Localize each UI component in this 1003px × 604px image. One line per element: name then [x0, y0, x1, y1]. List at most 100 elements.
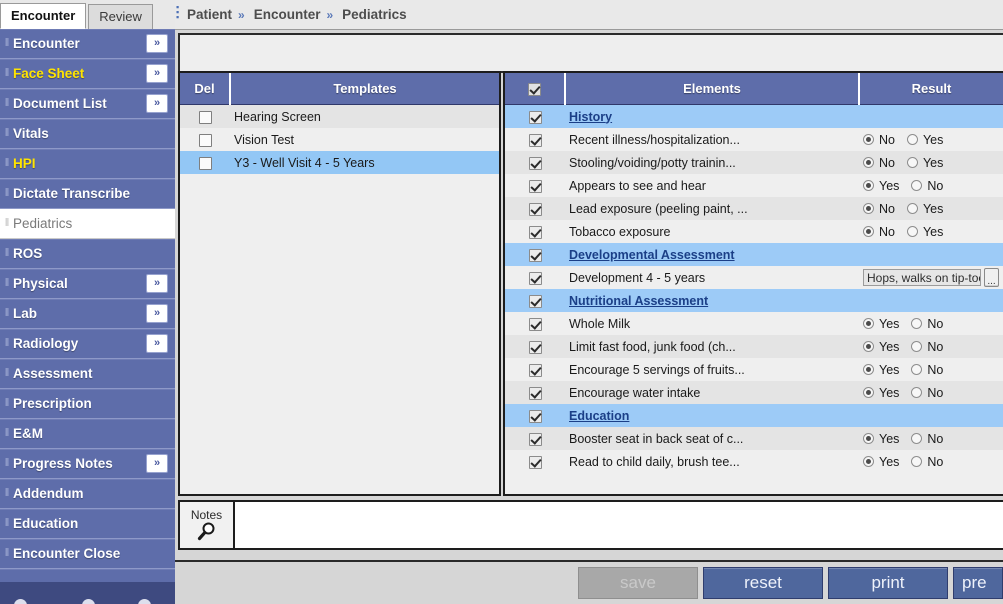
sidebar-item-lab[interactable]: ‖ Lab »: [0, 299, 175, 329]
sidebar-item-radiology[interactable]: ‖ Radiology »: [0, 329, 175, 359]
table-row[interactable]: Limit fast food, junk food (ch... Yes No: [505, 335, 1003, 358]
template-delete-cell[interactable]: [180, 128, 230, 151]
radio-no[interactable]: [911, 341, 923, 352]
sidebar-item-face-sheet[interactable]: ‖ Face Sheet »: [0, 59, 175, 89]
table-row[interactable]: Development 4 - 5 years Hops, walks on ti…: [505, 266, 1003, 289]
table-row[interactable]: Hearing Screen: [180, 104, 499, 129]
table-row[interactable]: Y3 - Well Visit 4 - 5 Years: [180, 151, 499, 174]
radio-no[interactable]: [863, 203, 874, 214]
element-checkbox[interactable]: [528, 409, 542, 423]
element-checkbox[interactable]: [528, 294, 542, 308]
sidebar-item-pediatrics[interactable]: ‖ Pediatrics: [0, 209, 175, 239]
radio-no[interactable]: [911, 364, 923, 375]
group-link-cell[interactable]: History: [565, 105, 859, 129]
element-checkbox-cell[interactable]: [505, 381, 565, 404]
group-row[interactable]: Nutritional Assessment: [505, 289, 1003, 312]
element-checkbox-cell[interactable]: [505, 289, 565, 312]
element-checkbox[interactable]: [528, 225, 542, 239]
element-checkbox[interactable]: [528, 432, 542, 446]
sidebar-item-physical[interactable]: ‖ Physical »: [0, 269, 175, 299]
template-name[interactable]: Y3 - Well Visit 4 - 5 Years: [230, 151, 499, 174]
drag-handle-icon[interactable]: ▪ ▪ ▪: [176, 3, 179, 22]
template-delete-checkbox[interactable]: [198, 110, 212, 124]
radio-no[interactable]: [863, 226, 874, 237]
element-checkbox-cell[interactable]: [505, 427, 565, 450]
element-checkbox[interactable]: [528, 179, 542, 193]
radio-no[interactable]: [911, 433, 923, 444]
sidebar-item-encounter-close[interactable]: ‖ Encounter Close: [0, 539, 175, 569]
sidebar-item-encounter[interactable]: ‖ Encounter »: [0, 29, 175, 59]
chevron-double-right-icon[interactable]: »: [146, 304, 168, 323]
element-checkbox-cell[interactable]: [505, 174, 565, 197]
sidebar-item-hpi[interactable]: ‖ HPI: [0, 149, 175, 179]
element-checkbox[interactable]: [528, 363, 542, 377]
table-row[interactable]: Encourage water intake Yes No: [505, 381, 1003, 404]
radio-yes[interactable]: [863, 456, 874, 467]
radio-no[interactable]: [863, 134, 874, 145]
radio-yes[interactable]: [863, 341, 874, 352]
chevron-double-right-icon[interactable]: »: [146, 274, 168, 293]
table-row[interactable]: Booster seat in back seat of c... Yes No: [505, 427, 1003, 450]
sidebar-item-assessment[interactable]: ‖ Assessment: [0, 359, 175, 389]
element-checkbox-cell[interactable]: [505, 404, 565, 427]
group-link-cell[interactable]: Developmental Assessment: [565, 243, 859, 266]
radio-yes[interactable]: [906, 134, 918, 145]
group-link[interactable]: Education: [569, 409, 629, 423]
notes-tab[interactable]: Notes: [180, 502, 235, 548]
radio-no[interactable]: [911, 456, 923, 467]
template-name[interactable]: Vision Test: [230, 128, 499, 151]
element-checkbox-cell[interactable]: [505, 220, 565, 243]
ellipsis-button[interactable]: ...: [984, 268, 999, 287]
sidebar-item-vitals[interactable]: ‖ Vitals: [0, 119, 175, 149]
element-checkbox[interactable]: [528, 386, 542, 400]
chevron-double-right-icon[interactable]: »: [146, 454, 168, 473]
radio-yes[interactable]: [863, 433, 874, 444]
element-checkbox[interactable]: [528, 156, 542, 170]
development-text-input[interactable]: Hops, walks on tip-toes,Ri: [863, 269, 982, 286]
breadcrumb-item-patient[interactable]: Patient: [187, 7, 232, 22]
radio-yes[interactable]: [863, 364, 874, 375]
radio-no[interactable]: [911, 318, 923, 329]
chevron-double-right-icon[interactable]: »: [146, 94, 168, 113]
table-row[interactable]: Encourage 5 servings of fruits... Yes No: [505, 358, 1003, 381]
group-link[interactable]: Nutritional Assessment: [569, 294, 708, 308]
table-row[interactable]: Tobacco exposure No Yes: [505, 220, 1003, 243]
element-checkbox[interactable]: [528, 110, 542, 124]
sidebar-item-document-list[interactable]: ‖ Document List »: [0, 89, 175, 119]
radio-yes[interactable]: [863, 387, 874, 398]
element-checkbox[interactable]: [528, 455, 542, 469]
table-row[interactable]: Whole Milk Yes No: [505, 312, 1003, 335]
select-all-checkbox[interactable]: [528, 83, 541, 97]
sidebar-item-dictate-transcribe[interactable]: ‖ Dictate Transcribe: [0, 179, 175, 209]
element-checkbox-cell[interactable]: [505, 266, 565, 289]
chevron-double-right-icon[interactable]: »: [146, 334, 168, 353]
magnifier-icon[interactable]: [197, 522, 217, 541]
template-name[interactable]: Hearing Screen: [230, 105, 499, 129]
element-checkbox-cell[interactable]: [505, 358, 565, 381]
template-delete-cell[interactable]: [180, 151, 230, 174]
chevron-double-right-icon[interactable]: »: [146, 64, 168, 83]
group-row[interactable]: Education: [505, 404, 1003, 427]
element-checkbox[interactable]: [528, 248, 542, 262]
group-link[interactable]: History: [569, 110, 612, 124]
element-checkbox[interactable]: [528, 202, 542, 216]
element-checkbox-cell[interactable]: [505, 312, 565, 335]
group-row[interactable]: Developmental Assessment: [505, 243, 1003, 266]
sidebar-item-ros[interactable]: ‖ ROS: [0, 239, 175, 269]
element-checkbox[interactable]: [528, 340, 542, 354]
group-link-cell[interactable]: Education: [565, 404, 859, 427]
element-checkbox[interactable]: [528, 133, 542, 147]
breadcrumb-item-encounter[interactable]: Encounter: [254, 7, 321, 22]
chevron-double-right-icon[interactable]: »: [146, 34, 168, 53]
template-delete-cell[interactable]: [180, 105, 230, 129]
radio-no[interactable]: [911, 180, 923, 191]
group-link-cell[interactable]: Nutritional Assessment: [565, 289, 859, 312]
element-checkbox[interactable]: [528, 271, 542, 285]
element-checkbox[interactable]: [528, 317, 542, 331]
element-checkbox-cell[interactable]: [505, 450, 565, 473]
element-checkbox-cell[interactable]: [505, 151, 565, 174]
table-row[interactable]: Stooling/voiding/potty trainin... No Yes: [505, 151, 1003, 174]
element-checkbox-cell[interactable]: [505, 335, 565, 358]
notes-textarea[interactable]: [235, 502, 1003, 548]
tab-review[interactable]: Review: [88, 4, 153, 29]
